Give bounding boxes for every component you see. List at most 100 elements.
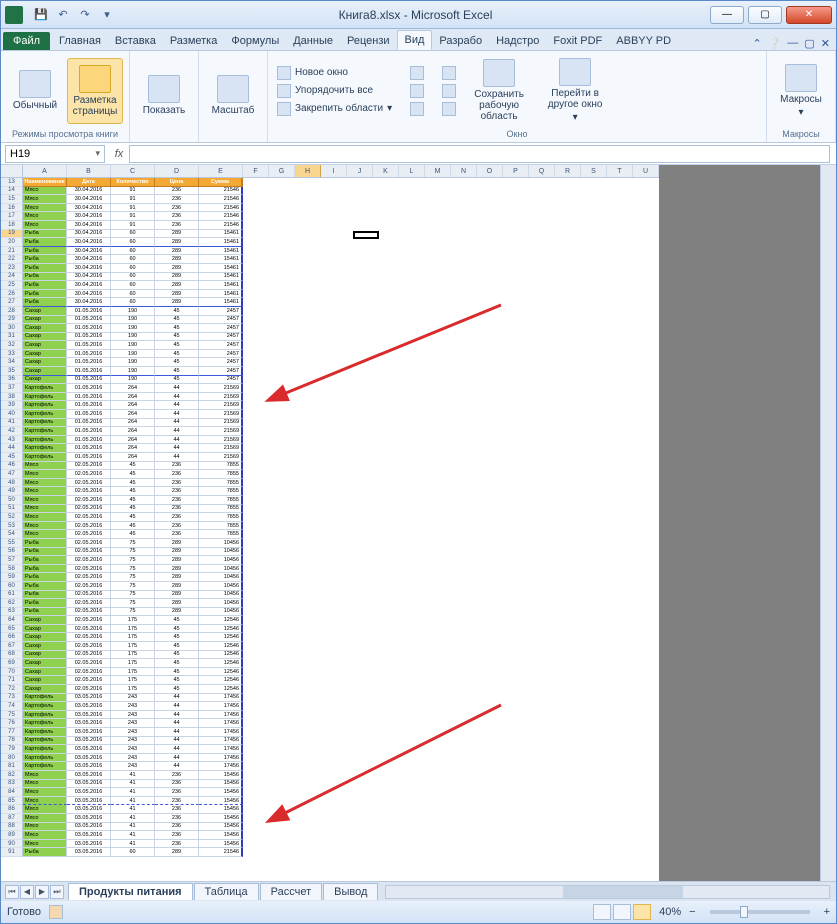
split-button[interactable]	[407, 65, 427, 81]
cell[interactable]: Картофель	[23, 745, 67, 754]
undo-button[interactable]: ↶	[53, 5, 73, 25]
cell[interactable]: Мясо	[23, 212, 67, 221]
cell[interactable]: 15461	[199, 281, 243, 290]
cell[interactable]: 02.05.2016	[67, 676, 111, 685]
cell[interactable]: 01.05.2016	[67, 358, 111, 367]
cell[interactable]: 01.05.2016	[67, 316, 111, 325]
table-row[interactable]: 82Мясо03.05.20164123615456	[1, 771, 659, 780]
close-button[interactable]: ✕	[786, 6, 832, 24]
cell[interactable]: 03.05.2016	[67, 719, 111, 728]
cell[interactable]: 236	[155, 187, 199, 196]
tab-layout[interactable]: Разметка	[163, 32, 225, 50]
col-header-U[interactable]: U	[633, 165, 659, 177]
tab-data[interactable]: Данные	[286, 32, 340, 50]
ribbon-minimize-icon[interactable]: ⌃	[752, 37, 761, 50]
table-row[interactable]: 54Мясо02.05.2016452367855	[1, 530, 659, 539]
cell[interactable]: 44	[155, 410, 199, 419]
row-header[interactable]: 14	[1, 187, 23, 196]
row-header[interactable]: 69	[1, 659, 23, 668]
table-row[interactable]: 51Мясо02.05.2016452367855	[1, 505, 659, 514]
col-header-A[interactable]: A	[23, 165, 67, 177]
row-header[interactable]: 21	[1, 247, 23, 256]
cell[interactable]: 44	[155, 737, 199, 746]
cell[interactable]: 175	[111, 685, 155, 694]
cell[interactable]: 289	[155, 247, 199, 256]
cell[interactable]: 12546	[199, 616, 243, 625]
table-row[interactable]: 78Картофель03.05.20162434417456	[1, 737, 659, 746]
table-row[interactable]: 59Рыба02.05.20167528910456	[1, 573, 659, 582]
cell[interactable]: Мясо	[23, 840, 67, 849]
col-header-H[interactable]: H	[295, 165, 321, 177]
col-header-L[interactable]: L	[399, 165, 425, 177]
table-row[interactable]: 29Сахар01.05.2016190452457	[1, 316, 659, 325]
cell[interactable]: 21546	[199, 195, 243, 204]
row-header[interactable]: 72	[1, 685, 23, 694]
row-header[interactable]: 34	[1, 358, 23, 367]
cell[interactable]: 236	[155, 505, 199, 514]
cell[interactable]: 44	[155, 694, 199, 703]
cell[interactable]: 12546	[199, 685, 243, 694]
col-header-N[interactable]: N	[451, 165, 477, 177]
cell[interactable]: 45	[155, 642, 199, 651]
cell[interactable]: 190	[111, 350, 155, 359]
cell[interactable]: 175	[111, 633, 155, 642]
row-header[interactable]: 65	[1, 625, 23, 634]
cell[interactable]: 02.05.2016	[67, 608, 111, 617]
cell[interactable]: 12546	[199, 676, 243, 685]
cell[interactable]: Сахар	[23, 341, 67, 350]
cell[interactable]: 7855	[199, 462, 243, 471]
row-header[interactable]: 24	[1, 273, 23, 282]
row-header[interactable]: 66	[1, 633, 23, 642]
cell[interactable]: 289	[155, 582, 199, 591]
table-row[interactable]: 16Мясо30.04.20169123621546	[1, 204, 659, 213]
table-row[interactable]: 80Картофель03.05.20162434417456	[1, 754, 659, 763]
cell[interactable]: 236	[155, 771, 199, 780]
cell[interactable]: 17456	[199, 719, 243, 728]
cell[interactable]: 44	[155, 754, 199, 763]
cell[interactable]: 289	[155, 599, 199, 608]
cell[interactable]: 01.05.2016	[67, 410, 111, 419]
cell[interactable]: 45	[155, 358, 199, 367]
tab-developer[interactable]: Разрабо	[432, 32, 489, 50]
zoom-slider[interactable]	[710, 910, 810, 914]
cell[interactable]: 2457	[199, 324, 243, 333]
cell[interactable]: 75	[111, 548, 155, 557]
cell[interactable]: 21569	[199, 436, 243, 445]
cell[interactable]: Рыба	[23, 599, 67, 608]
cell[interactable]: 41	[111, 797, 155, 806]
cell[interactable]: Мясо	[23, 530, 67, 539]
cell[interactable]: 15461	[199, 290, 243, 299]
cell[interactable]: 60	[111, 238, 155, 247]
table-row[interactable]: 73Картофель03.05.20162434417456	[1, 694, 659, 703]
cell[interactable]: Рыба	[23, 290, 67, 299]
cell[interactable]: 17456	[199, 694, 243, 703]
tab-formulas[interactable]: Формулы	[224, 32, 286, 50]
cell[interactable]: 190	[111, 358, 155, 367]
tab-insert[interactable]: Вставка	[108, 32, 163, 50]
cell[interactable]: 236	[155, 797, 199, 806]
cell[interactable]: 289	[155, 255, 199, 264]
row-header[interactable]: 70	[1, 668, 23, 677]
cell[interactable]: 01.05.2016	[67, 444, 111, 453]
cell[interactable]: 7855	[199, 513, 243, 522]
cell[interactable]: 02.05.2016	[67, 487, 111, 496]
cell[interactable]: Мясо	[23, 513, 67, 522]
row-header[interactable]: 47	[1, 470, 23, 479]
cell[interactable]: 264	[111, 419, 155, 428]
cell[interactable]: 02.05.2016	[67, 651, 111, 660]
cell[interactable]: 02.05.2016	[67, 513, 111, 522]
cell[interactable]: Рыба	[23, 281, 67, 290]
table-row[interactable]: 87Мясо03.05.20164123615456	[1, 814, 659, 823]
cell[interactable]: 190	[111, 376, 155, 385]
cell[interactable]: 01.05.2016	[67, 350, 111, 359]
pagelayout-view-button[interactable]: Разметка страницы	[67, 58, 123, 124]
minimize-button[interactable]: —	[710, 6, 744, 24]
row-header[interactable]: 76	[1, 719, 23, 728]
cell[interactable]: 30.04.2016	[67, 212, 111, 221]
col-header-R[interactable]: R	[555, 165, 581, 177]
tab-nav-last[interactable]: ⏭	[50, 885, 64, 899]
cell[interactable]: 190	[111, 324, 155, 333]
cell[interactable]: 44	[155, 702, 199, 711]
cell[interactable]: 289	[155, 238, 199, 247]
cell[interactable]: 21569	[199, 410, 243, 419]
